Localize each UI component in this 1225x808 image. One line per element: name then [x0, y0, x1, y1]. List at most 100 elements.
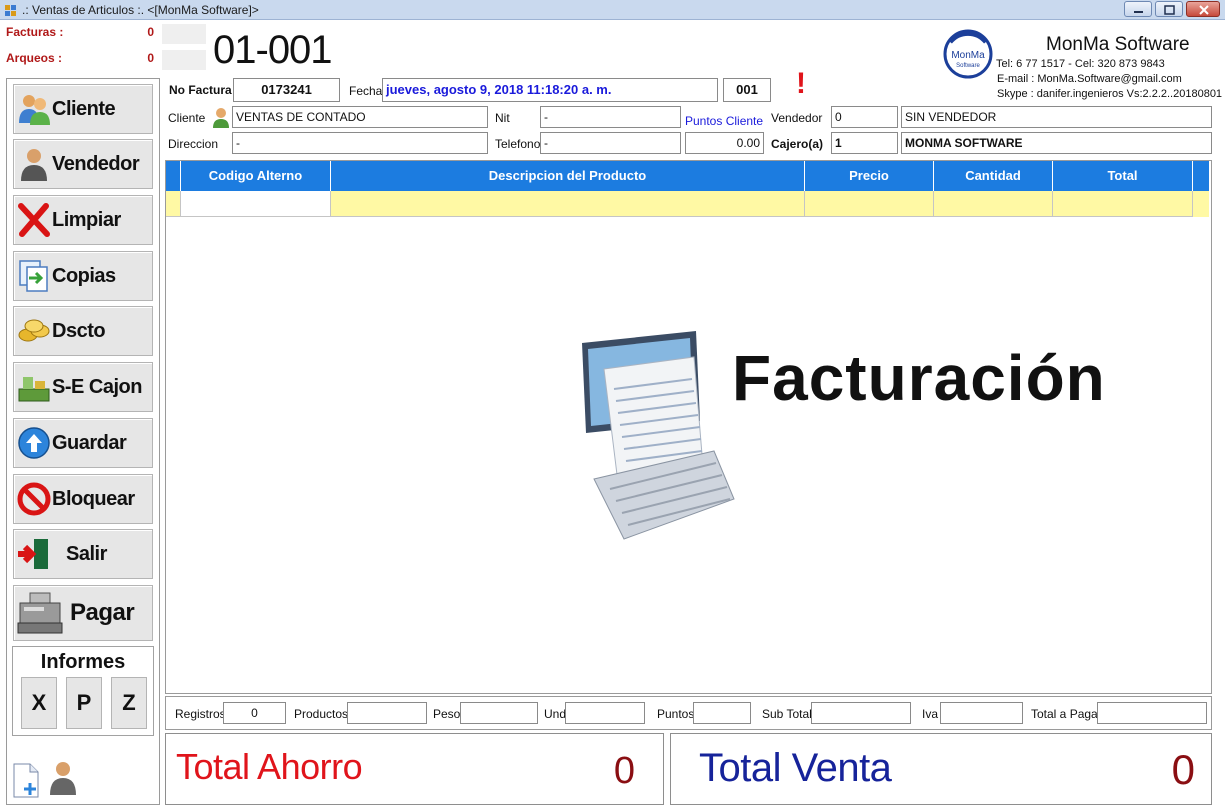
dscto-button[interactable]: Dscto — [13, 306, 153, 356]
brand-skype-version: Skype : danifer.ingenieros Vs:2.2.2..201… — [997, 88, 1223, 100]
s-e-cajon-button[interactable]: S-E Cajon — [13, 362, 153, 412]
subtotal-field[interactable] — [811, 702, 911, 724]
copias-button[interactable]: Copias — [13, 251, 153, 301]
svg-text:MonMa: MonMa — [951, 50, 985, 61]
cliente-field[interactable]: VENTAS DE CONTADO — [232, 106, 488, 128]
nit-field[interactable]: - — [540, 106, 681, 128]
minimize-icon — [1134, 11, 1143, 13]
limpiar-button-label: Limpiar — [52, 208, 121, 231]
arqueos-count: 0 — [147, 51, 154, 65]
cell-descripcion[interactable] — [331, 191, 805, 217]
peso-field[interactable] — [460, 702, 538, 724]
cell-codigo-alterno[interactable] — [181, 191, 331, 217]
caja-field[interactable]: 001 — [723, 78, 771, 102]
und-field[interactable] — [565, 702, 645, 724]
vendedor-label: Vendedor — [771, 111, 823, 125]
total-pagar-field[interactable] — [1097, 702, 1207, 724]
exit-door-icon — [18, 539, 48, 569]
counter-panel — [162, 50, 206, 70]
money-drawer-icon — [18, 377, 50, 402]
cash-register-icon — [17, 592, 63, 634]
action-sidebar: Cliente Vendedor Limpiar Copias Dscto S-… — [6, 78, 160, 805]
registros-field[interactable]: 0 — [223, 702, 286, 724]
vendedor-button[interactable]: Vendedor — [13, 139, 153, 189]
telefono-label: Telefono — [495, 137, 541, 151]
peso-label: Peso — [433, 707, 461, 721]
cliente-label: Cliente — [168, 111, 206, 125]
grid-header: Codigo Alterno Descripcion del Producto … — [166, 161, 1209, 191]
limpiar-button[interactable]: Limpiar — [13, 195, 153, 245]
puntos-field[interactable] — [693, 702, 751, 724]
grid-edit-row[interactable] — [166, 191, 1209, 217]
red-x-icon — [18, 203, 50, 237]
informe-z-button[interactable]: Z — [111, 677, 147, 729]
bloquear-button[interactable]: Bloquear — [13, 474, 153, 524]
block-icon — [17, 482, 51, 516]
up-arrow-icon — [18, 427, 50, 459]
dscto-button-label: Dscto — [52, 319, 106, 342]
pagar-button[interactable]: Pagar — [13, 585, 153, 641]
direccion-label: Direccion — [168, 137, 219, 151]
col-precio[interactable]: Precio — [805, 161, 934, 191]
no-factura-field[interactable]: 0173241 — [233, 78, 340, 102]
facturas-count: 0 — [147, 25, 154, 39]
products-grid: Codigo Alterno Descripcion del Producto … — [165, 160, 1212, 694]
close-window-button[interactable] — [1186, 1, 1220, 17]
telefono-field[interactable]: - — [540, 132, 681, 154]
informe-x-button[interactable]: X — [21, 677, 57, 729]
total-venta-panel: Total Venta 0 — [670, 733, 1212, 805]
brand-email: E-mail : MonMa.Software@gmail.com — [997, 73, 1182, 85]
total-ahorro-value: 0 — [613, 750, 635, 792]
informe-p-button[interactable]: P — [66, 677, 102, 729]
cliente-button[interactable]: Cliente — [13, 84, 153, 134]
direccion-field[interactable]: - — [232, 132, 488, 154]
registros-label: Registros — [175, 707, 226, 721]
copies-icon — [19, 260, 48, 292]
col-cantidad[interactable]: Cantidad — [934, 161, 1053, 191]
puntos-cliente-link[interactable]: Puntos Cliente — [685, 114, 763, 128]
row-selector[interactable] — [166, 191, 181, 217]
cliente-user-icon[interactable] — [211, 107, 231, 129]
vendedor-code-field[interactable]: 0 — [831, 106, 898, 128]
vendedor-name-field[interactable]: SIN VENDEDOR — [901, 106, 1212, 128]
cell-cantidad[interactable] — [934, 191, 1053, 217]
col-codigo-alterno[interactable]: Codigo Alterno — [181, 161, 331, 191]
puntos-value-field[interactable]: 0.00 — [685, 132, 764, 154]
guardar-button-label: Guardar — [52, 431, 127, 454]
maximize-button[interactable] — [1155, 1, 1183, 17]
coins-icon — [18, 319, 50, 342]
und-label: Und — [544, 707, 567, 721]
monma-logo: MonMa Software — [943, 29, 993, 79]
users-icon — [19, 95, 50, 125]
close-icon — [1199, 5, 1209, 15]
vendedor-button-label: Vendedor — [52, 152, 140, 175]
total-ahorro-panel: Total Ahorro 0 — [165, 733, 664, 805]
col-total[interactable]: Total — [1053, 161, 1193, 191]
productos-label: Productos — [294, 707, 349, 721]
col-descripcion[interactable]: Descripcion del Producto — [331, 161, 805, 191]
user-icon[interactable] — [46, 757, 80, 797]
fecha-label: Fecha — [349, 84, 383, 98]
facturacion-watermark: Facturación — [732, 342, 1106, 414]
cliente-button-label: Cliente — [52, 97, 116, 120]
window-title: .: Ventas de Articulos :. <[MonMa Softwa… — [22, 3, 259, 17]
cajero-label: Cajero(a) — [771, 137, 824, 151]
pagar-button-label: Pagar — [70, 599, 135, 626]
row-selector-header — [166, 161, 181, 191]
minimize-button[interactable] — [1124, 1, 1152, 17]
cell-total[interactable] — [1053, 191, 1193, 217]
invoice-computer-icon — [582, 331, 735, 540]
productos-field[interactable] — [347, 702, 427, 724]
s-e-cajon-button-label: S-E Cajon — [52, 375, 142, 398]
new-document-icon[interactable] — [10, 761, 44, 801]
cajero-name-field[interactable]: MONMA SOFTWARE — [901, 132, 1212, 154]
iva-field[interactable] — [940, 702, 1023, 724]
maximize-icon — [1164, 5, 1175, 15]
informes-title: Informes — [40, 651, 126, 673]
alert-icon: ! — [796, 67, 806, 100]
cell-precio[interactable] — [805, 191, 934, 217]
salir-button[interactable]: Salir — [13, 529, 153, 579]
fecha-field[interactable]: jueves, agosto 9, 2018 11:18:20 a. m. — [382, 78, 718, 102]
guardar-button[interactable]: Guardar — [13, 418, 153, 468]
cajero-code-field[interactable]: 1 — [831, 132, 898, 154]
